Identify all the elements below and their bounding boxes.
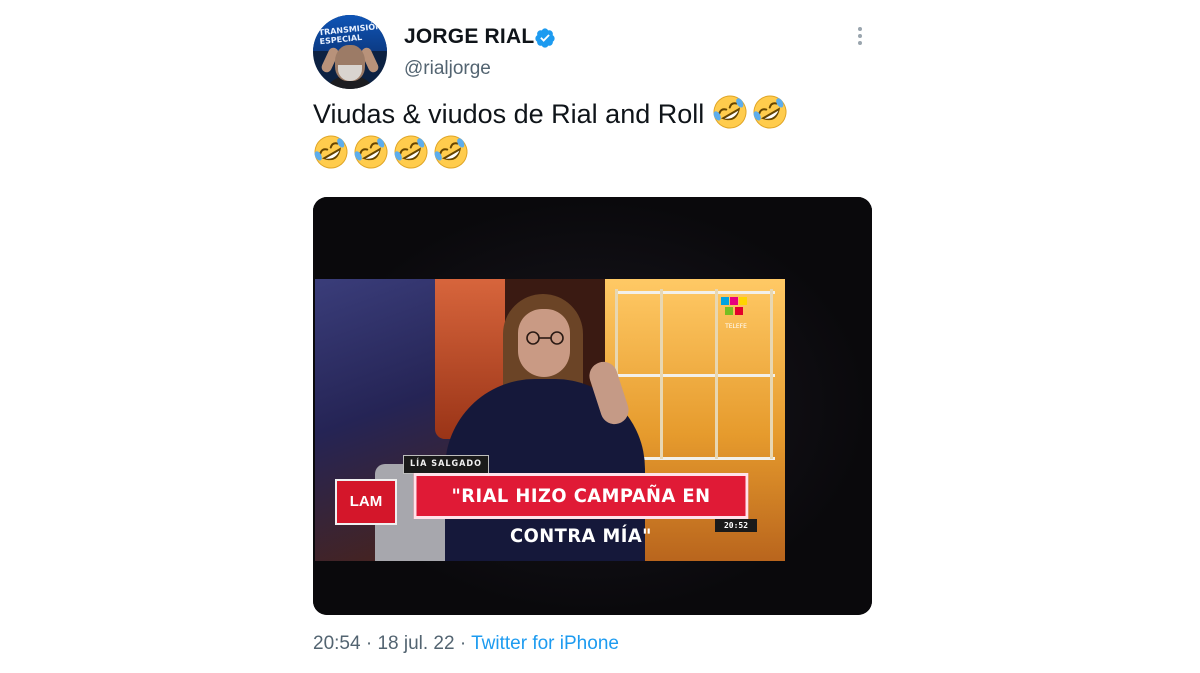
shelf-line <box>615 374 775 377</box>
tweet-source-link[interactable]: Twitter for iPhone <box>471 633 619 654</box>
verified-badge-icon <box>535 28 555 48</box>
tv-screen: TELEFE LAM LÍA SALGADO "RIAL HIZO CAMPAÑ… <box>315 279 785 561</box>
author-handle[interactable]: @rialjorge <box>404 58 491 80</box>
laughing-emoji-icon <box>713 95 747 129</box>
avatar[interactable]: TRANSMISIÓN ESPECIAL <box>313 15 387 89</box>
tweet-media-photo[interactable]: TELEFE LAM LÍA SALGADO "RIAL HIZO CAMPAÑ… <box>313 197 872 615</box>
tweet: TRANSMISIÓN ESPECIAL JORGE RIAL @rialjor… <box>0 0 1200 673</box>
more-options-icon[interactable] <box>852 27 868 49</box>
tweet-footer: 20:54 · 18 jul. 22 · Twitter for iPhone <box>313 633 619 655</box>
lower-third-headline: "RIAL HIZO CAMPAÑA EN CONTRA MÍA" <box>413 473 749 547</box>
channel-label: TELEFE <box>725 323 747 330</box>
shelf-line <box>615 291 775 294</box>
program-logo: LAM <box>335 479 397 525</box>
broadcast-clock: 20:52 <box>715 519 757 532</box>
tweet-text: Viudas & viudos de Rial and Roll <box>313 94 873 174</box>
shelf-line <box>715 289 718 459</box>
footer-separator: · <box>459 633 467 654</box>
emoji-group <box>712 94 792 134</box>
glasses-icon <box>526 331 564 345</box>
tweet-time[interactable]: 20:54 <box>313 633 361 654</box>
laughing-emoji-icon <box>354 135 388 169</box>
laughing-emoji-icon <box>394 135 428 169</box>
shelf-line <box>770 289 773 459</box>
laughing-emoji-icon <box>434 135 468 169</box>
channel-logo-icon <box>721 297 747 315</box>
emoji-group <box>313 134 473 174</box>
lower-third-name: LÍA SALGADO <box>403 455 490 474</box>
tweet-text-body: Viudas & viudos de Rial and Roll <box>313 99 705 129</box>
tweet-date[interactable]: 18 jul. 22 <box>377 633 454 654</box>
author-name[interactable]: JORGE RIAL <box>404 25 534 49</box>
laughing-emoji-icon <box>753 95 787 129</box>
shelf-line <box>660 289 663 459</box>
footer-separator: · <box>365 633 373 654</box>
laughing-emoji-icon <box>314 135 348 169</box>
